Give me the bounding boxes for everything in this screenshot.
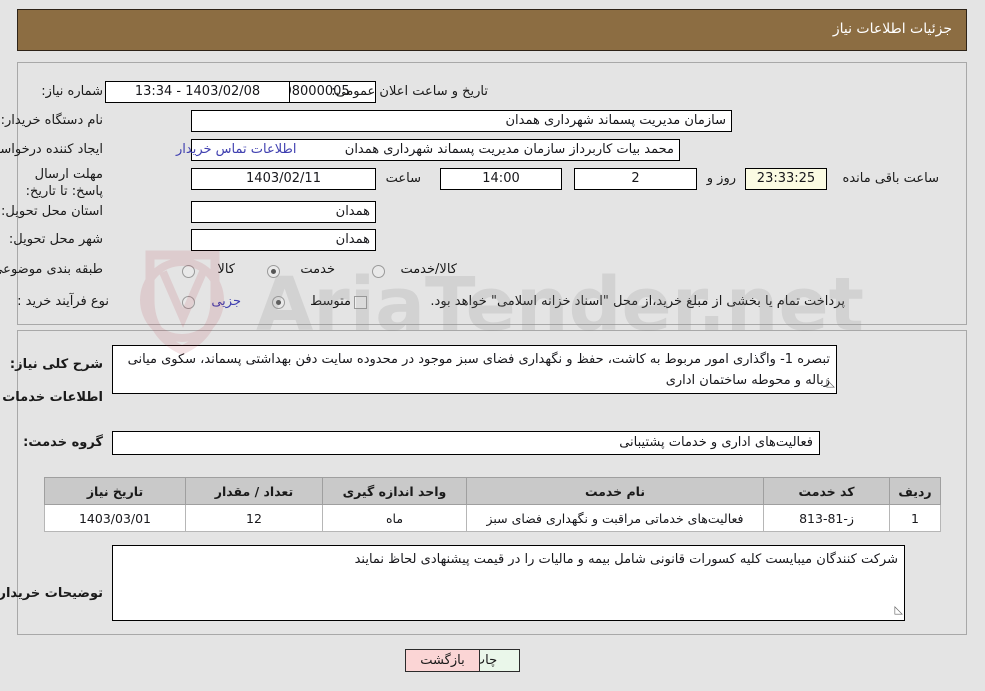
buyer-org-value: سازمان مدیریت پسماند شهرداری همدان	[191, 110, 732, 132]
cell-unit: ماه	[322, 504, 467, 532]
cell-name: فعالیت‌های خدماتی مراقبت و نگهداری فضای …	[466, 504, 764, 532]
col-row: ردیف	[889, 477, 941, 505]
announce-datetime-label: تاریخ و ساعت اعلان عمومی:	[331, 84, 488, 99]
deadline-date-value: 1403/02/11	[191, 168, 376, 190]
announce-datetime-value: 1403/02/08 - 13:34	[105, 81, 290, 103]
deadline-time-label: ساعت	[385, 171, 421, 186]
radio-category-kala[interactable]	[182, 265, 195, 278]
buyer-notes-label: توضیحات خریدار:	[0, 586, 103, 601]
cell-need-date: 1403/03/01	[44, 504, 186, 532]
radio-process-motevaset-label: متوسط	[310, 294, 351, 309]
radio-category-khedmat-label: خدمت	[300, 262, 335, 277]
buyer-contact-link[interactable]: اطلاعات تماس خریدار	[176, 142, 296, 157]
services-table: ردیف کد خدمت نام خدمت واحد اندازه گیری ت…	[44, 477, 941, 532]
cell-code: ز-81-813	[763, 504, 890, 532]
description-resize-handle[interactable]: ◺	[827, 377, 835, 388]
city-label: شهر محل تحویل:	[8, 232, 103, 247]
cell-row: 1	[889, 504, 941, 532]
col-unit: واحد اندازه گیری	[322, 477, 467, 505]
page-root: AriaTender.net جزئیات اطلاعات نیاز شماره…	[0, 0, 985, 691]
remaining-days-label: روز و	[706, 171, 736, 186]
province-value: همدان	[191, 201, 376, 223]
col-need-date: تاریخ نیاز	[44, 477, 186, 505]
service-group-label: گروه خدمت:	[23, 435, 103, 450]
radio-category-kala-khedmat[interactable]	[372, 265, 385, 278]
deadline-time-value: 14:00	[440, 168, 562, 190]
buyer-notes-textarea[interactable]: شرکت کنندگان میبایست کلیه کسورات قانونی …	[112, 545, 905, 621]
description-label: شرح کلی نیاز:	[9, 357, 103, 372]
col-code: کد خدمت	[763, 477, 890, 505]
radio-category-kala-label: کالا	[217, 262, 235, 277]
table-row: 1 ز-81-813 فعالیت‌های خدماتی مراقبت و نگ…	[44, 504, 941, 532]
table-header-row: ردیف کد خدمت نام خدمت واحد اندازه گیری ت…	[44, 477, 941, 505]
radio-category-khedmat[interactable]	[267, 265, 280, 278]
cell-quantity: 12	[185, 504, 323, 532]
buyer-org-label: نام دستگاه خریدار:	[0, 113, 103, 128]
services-section-title: اطلاعات خدمات مورد نیاز	[0, 390, 103, 405]
radio-process-jozei-label: جزیی	[211, 294, 241, 309]
process-type-label: نوع فرآیند خرید :	[17, 294, 109, 309]
service-group-value: فعالیت‌های اداری و خدمات پشتیبانی	[112, 431, 820, 455]
treasury-bond-label: پرداخت تمام یا بخشی از مبلغ خرید،از محل …	[430, 294, 845, 309]
category-label: طبقه بندی موضوعی:	[0, 262, 103, 277]
page-title: جزئیات اطلاعات نیاز	[832, 21, 952, 37]
remaining-time-label: ساعت باقی مانده	[842, 171, 939, 186]
requester-label: ایجاد کننده درخواست:	[0, 142, 103, 157]
radio-category-kala-khedmat-label: کالا/خدمت	[400, 262, 457, 277]
back-button[interactable]: بازگشت	[405, 649, 480, 672]
col-quantity: تعداد / مقدار	[185, 477, 323, 505]
deadline-label: مهلت ارسال پاسخ: تا تاریخ:	[25, 167, 103, 199]
province-label: استان محل تحویل:	[1, 204, 103, 219]
remaining-days-value: 2	[574, 168, 697, 190]
col-name: نام خدمت	[466, 477, 764, 505]
buyer-notes-resize-handle[interactable]: ◺	[895, 604, 903, 615]
radio-process-motevaset[interactable]	[272, 296, 285, 309]
countdown-timer: 23:33:25	[745, 168, 827, 190]
city-value: همدان	[191, 229, 376, 251]
need-number-label: شماره نیاز:	[41, 84, 103, 99]
treasury-bond-checkbox[interactable]	[354, 296, 367, 309]
page-header-bar: جزئیات اطلاعات نیاز	[17, 9, 967, 51]
radio-process-jozei[interactable]	[182, 296, 195, 309]
description-textarea[interactable]: تبصره 1- واگذاری امور مربوط به کاشت، حفظ…	[112, 345, 837, 394]
